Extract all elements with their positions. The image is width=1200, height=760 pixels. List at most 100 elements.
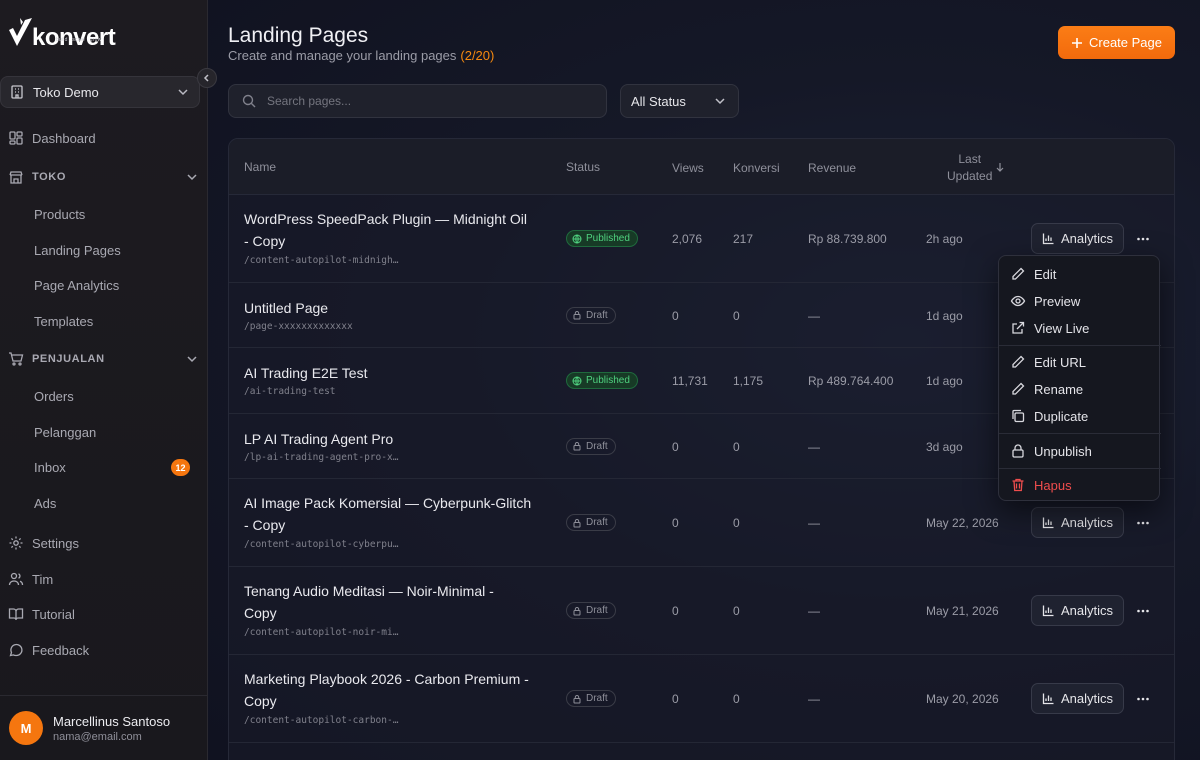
views-count: 0 [672, 308, 679, 323]
more-options-icon[interactable] [1135, 231, 1151, 247]
sidebar-item-feedback[interactable]: Feedback [0, 635, 208, 665]
chevron-left-icon [203, 74, 209, 82]
brand-tagline: build . scale . grow [56, 37, 102, 43]
column-konversi[interactable]: Konversi [733, 161, 780, 175]
sidebar-item-templates[interactable]: Templates [0, 306, 208, 336]
user-email: nama@email.com [53, 730, 142, 743]
last-updated: May 21, 2026 [926, 604, 999, 618]
sidebar-section-toko[interactable]: TOKO [0, 165, 200, 189]
revenue-value: — [808, 308, 820, 323]
page-name[interactable]: Untitled Page [244, 297, 544, 319]
status-badge: Draft [566, 437, 616, 455]
page-name[interactable]: Tenang Audio Meditasi — Noir-Minimal - Co… [244, 580, 544, 624]
brand-logo[interactable]: konvert [8, 16, 116, 50]
views-count: 0 [672, 516, 679, 530]
revenue-value: — [808, 516, 820, 530]
lock-icon [573, 311, 581, 320]
page-count: (2/20) [460, 48, 495, 63]
page-slug: /content-autopilot-cyberpu… [244, 539, 399, 550]
menu-item-unpublish[interactable]: Unpublish [999, 438, 1161, 464]
sidebar-item-dashboard[interactable]: Dashboard [0, 123, 208, 153]
analytics-button[interactable]: Analytics [1031, 507, 1124, 538]
sidebar-item-orders[interactable]: Orders [0, 381, 208, 411]
page-title: Landing Pages [228, 24, 369, 47]
column-last-updated[interactable]: Last Updated [947, 151, 992, 185]
column-status[interactable]: Status [566, 160, 600, 174]
menu-item-edit[interactable]: Edit [999, 261, 1161, 287]
chevron-down-icon [187, 356, 197, 363]
user-profile[interactable]: M Marcellinus Santoso nama@email.com [0, 695, 208, 760]
menu-item-view-live[interactable]: View Live [999, 315, 1161, 341]
user-name: Marcellinus Santoso [53, 713, 171, 729]
sidebar-item-products[interactable]: Products [0, 199, 208, 229]
analytics-button[interactable]: Analytics [1031, 595, 1124, 626]
page-name[interactable]: AI Image Pack Komersial — Cyberpunk-Glit… [244, 492, 544, 536]
table-row[interactable]: Marketing Playbook 2026 - Carbon Premium… [229, 655, 1174, 743]
last-updated: 1d ago [926, 374, 963, 388]
sidebar-item-pelanggan[interactable]: Pelanggan [0, 417, 208, 447]
chevron-down-icon [178, 89, 188, 96]
sidebar-item-tutorial[interactable]: Tutorial [0, 599, 208, 629]
column-revenue[interactable]: Revenue [808, 161, 856, 175]
more-options-icon[interactable] [1135, 603, 1151, 619]
menu-item-hapus[interactable]: Hapus [999, 472, 1161, 498]
column-views[interactable]: Views [672, 161, 704, 175]
building-icon [11, 85, 23, 99]
book-icon [8, 608, 24, 621]
revenue-value: — [808, 692, 820, 706]
external-link-icon [1012, 321, 1025, 334]
analytics-button[interactable]: Analytics [1031, 223, 1124, 254]
menu-item-edit-url[interactable]: Edit URL [999, 349, 1161, 375]
more-options-icon[interactable] [1135, 515, 1151, 531]
sort-desc-icon[interactable] [995, 162, 1005, 172]
status-badge: Published [566, 372, 638, 389]
menu-item-duplicate[interactable]: Duplicate [999, 403, 1161, 429]
column-name[interactable]: Name [244, 160, 276, 174]
store-selector[interactable]: Toko Demo [0, 76, 200, 108]
last-updated: 1d ago [926, 308, 963, 323]
collapse-sidebar-button[interactable] [197, 68, 217, 88]
sidebar-item-settings[interactable]: Settings [0, 528, 208, 558]
search-input[interactable] [267, 94, 587, 108]
search-box[interactable] [228, 84, 607, 118]
chevron-down-icon [715, 98, 725, 105]
sidebar-item-landing-pages[interactable]: Landing Pages [0, 235, 208, 265]
globe-icon [572, 234, 582, 243]
table-row[interactable]: Tenang Audio Meditasi — Noir-Minimal - Co… [229, 567, 1174, 655]
cart-icon [9, 352, 24, 366]
table-header: Name Status Views Konversi Revenue Last … [229, 139, 1174, 195]
page-slug: /page-xxxxxxxxxxxxx [244, 321, 353, 332]
plus-icon [1072, 37, 1082, 48]
page-name[interactable]: Marketing Playbook 2026 - Carbon Premium… [244, 668, 544, 712]
chevron-down-icon [187, 174, 197, 181]
menu-item-preview[interactable]: Preview [999, 288, 1161, 314]
page-slug: /content-autopilot-noir-mi… [244, 627, 399, 638]
create-page-button[interactable]: Create Page [1058, 26, 1175, 59]
revenue-value: Rp 88.739.800 [808, 232, 887, 246]
status-filter-select[interactable]: All Status [620, 84, 739, 118]
views-count: 2,076 [672, 232, 703, 246]
pencil-icon [1012, 382, 1025, 395]
lock-icon [573, 518, 581, 527]
avatar: M [9, 711, 43, 745]
konversi-count: 0 [733, 692, 740, 706]
konversi-count: 0 [733, 308, 740, 323]
analytics-button[interactable]: Analytics [1031, 683, 1124, 714]
chat-bubble-icon [9, 643, 23, 657]
search-icon [242, 94, 256, 108]
sidebar-item-page-analytics[interactable]: Page Analytics [0, 270, 208, 300]
pencil-icon [1012, 355, 1025, 368]
page-name[interactable]: WordPress SpeedPack Plugin — Midnight Oi… [244, 208, 544, 252]
more-options-icon[interactable] [1135, 691, 1151, 707]
sidebar-item-tim[interactable]: Tim [0, 564, 208, 594]
last-updated: 2h ago [926, 232, 963, 246]
status-badge: Draft [566, 690, 616, 707]
menu-item-rename[interactable]: Rename [999, 376, 1161, 402]
eye-icon [1010, 295, 1026, 307]
bar-chart-icon [1042, 233, 1054, 245]
status-badge: Published [566, 230, 638, 247]
sidebar-item-ads[interactable]: Ads [0, 488, 208, 518]
page-name[interactable]: AI Trading E2E Test [244, 362, 544, 384]
sidebar-section-penjualan[interactable]: PENJUALAN [0, 347, 200, 371]
page-name[interactable]: LP AI Trading Agent Pro [244, 428, 544, 450]
